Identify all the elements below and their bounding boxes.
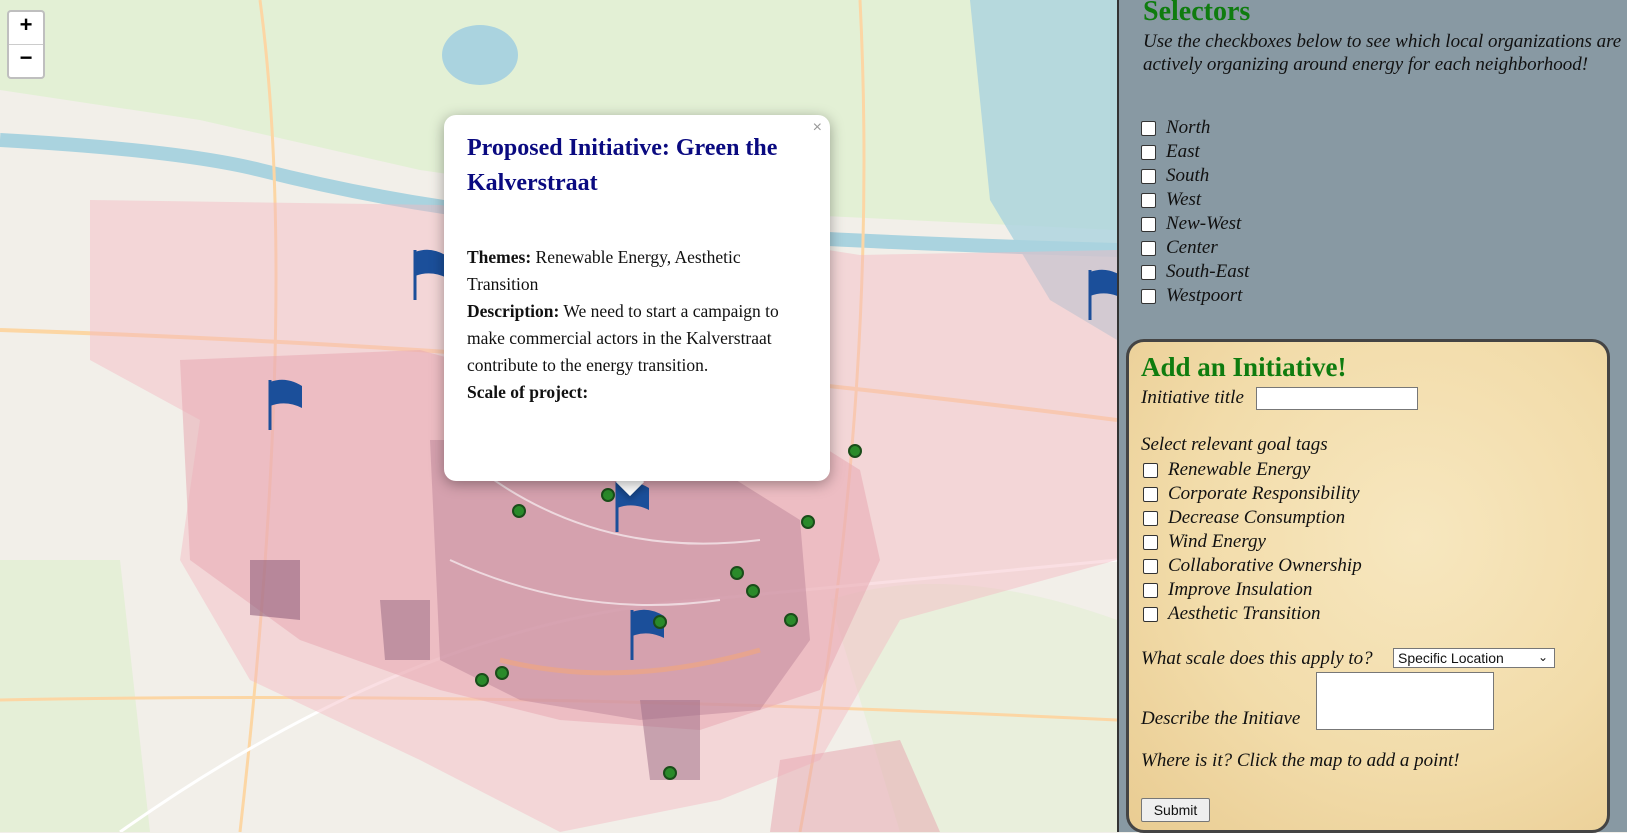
tag-renewable-energy[interactable]: Renewable Energy [1143, 458, 1362, 482]
tags-label: Select relevant goal tags [1141, 434, 1328, 455]
neighborhood-list: North East South West New-West Center So… [1141, 116, 1249, 308]
scale-select[interactable]: Specific Location ⌄ [1393, 648, 1555, 668]
circle-marker-icon [512, 504, 526, 518]
selectors-description: Use the checkboxes below to see which lo… [1143, 31, 1622, 75]
tag-decrease-consumption[interactable]: Decrease Consumption [1143, 506, 1362, 530]
checkbox[interactable] [1141, 192, 1156, 208]
initiative-popup: × Proposed Initiative: Green the Kalvers… [444, 115, 830, 481]
neighborhood-new-west[interactable]: New-West [1141, 212, 1249, 236]
chevron-down-icon: ⌄ [1537, 650, 1548, 664]
neighborhood-north[interactable]: North [1141, 116, 1249, 140]
circle-marker-icon [663, 766, 677, 780]
checkbox[interactable] [1141, 288, 1156, 304]
tag-label: Collaborative Ownership [1168, 555, 1362, 576]
zoom-control: + − [7, 10, 45, 79]
tag-aesthetic-transition[interactable]: Aesthetic Transition [1143, 602, 1362, 626]
checkbox[interactable] [1143, 534, 1158, 550]
goal-tag-list: Renewable Energy Corporate Responsibilit… [1143, 458, 1362, 626]
tag-label: Corporate Responsibility [1168, 483, 1360, 504]
zoom-out-button[interactable]: − [9, 44, 43, 77]
flag-icon[interactable] [413, 249, 447, 300]
circle-marker-icon [848, 444, 862, 458]
tag-collaborative-ownership[interactable]: Collaborative Ownership [1143, 554, 1362, 578]
neighborhood-west[interactable]: West [1141, 188, 1249, 212]
location-hint: Where is it? Click the map to add a poin… [1141, 750, 1460, 771]
checkbox[interactable] [1143, 558, 1158, 574]
checkbox[interactable] [1141, 120, 1156, 136]
checkbox[interactable] [1143, 582, 1158, 598]
initiative-title-input[interactable] [1256, 387, 1418, 410]
circle-marker-icon [653, 615, 667, 629]
describe-textarea[interactable] [1316, 672, 1494, 730]
checkbox[interactable] [1143, 462, 1158, 478]
neighborhood-label: West [1166, 189, 1202, 210]
tag-wind-energy[interactable]: Wind Energy [1143, 530, 1362, 554]
tag-label: Wind Energy [1168, 531, 1266, 552]
description-label: Description: [467, 301, 560, 321]
checkbox[interactable] [1143, 486, 1158, 502]
checkbox[interactable] [1143, 510, 1158, 526]
submit-button[interactable]: Submit [1141, 798, 1210, 822]
circle-marker-icon [495, 666, 509, 680]
scale-label: Scale of project: [467, 382, 589, 402]
tag-label: Renewable Energy [1168, 459, 1311, 480]
checkbox[interactable] [1141, 144, 1156, 160]
circle-marker-icon [784, 613, 798, 627]
neighborhood-south[interactable]: South [1141, 164, 1249, 188]
tag-improve-insulation[interactable]: Improve Insulation [1143, 578, 1362, 602]
tag-corporate-responsibility[interactable]: Corporate Responsibility [1143, 482, 1362, 506]
flag-icon[interactable] [1088, 269, 1117, 320]
tag-label: Decrease Consumption [1168, 507, 1346, 528]
scale-select-value: Specific Location [1398, 650, 1504, 666]
neighborhood-label: South [1166, 165, 1210, 186]
add-initiative-form: Add an Initiative! Initiative title Sele… [1126, 339, 1610, 833]
circle-marker-icon [730, 566, 744, 580]
close-icon[interactable]: × [813, 119, 822, 137]
circle-marker-icon [475, 673, 489, 687]
neighborhood-label: South-East [1166, 261, 1250, 282]
checkbox[interactable] [1141, 216, 1156, 232]
map[interactable]: + − × Proposed Initiative: Green the Kal… [0, 0, 1117, 832]
popup-body: Themes: Renewable Energy, Aesthetic Tran… [467, 244, 807, 406]
checkbox[interactable] [1141, 264, 1156, 280]
neighborhood-south-east[interactable]: South-East [1141, 260, 1249, 284]
circle-marker-icon [746, 584, 760, 598]
neighborhood-label: New-West [1166, 213, 1242, 234]
checkbox[interactable] [1141, 168, 1156, 184]
initiative-title-label: Initiative title [1141, 387, 1244, 408]
circle-marker-icon [601, 488, 615, 502]
describe-label: Describe the Initiave [1141, 708, 1301, 729]
neighborhood-center[interactable]: Center [1141, 236, 1249, 260]
neighborhood-label: Westpoort [1166, 285, 1243, 306]
zoom-in-button[interactable]: + [9, 12, 43, 44]
neighborhood-label: North [1166, 117, 1211, 138]
neighborhood-east[interactable]: East [1141, 140, 1249, 164]
tag-label: Aesthetic Transition [1168, 603, 1321, 624]
neighborhood-label: Center [1166, 237, 1218, 258]
popup-title: Proposed Initiative: Green the Kalverstr… [467, 135, 778, 196]
checkbox[interactable] [1143, 606, 1158, 622]
selectors-title: Selectors [1143, 0, 1251, 27]
themes-label: Themes: [467, 247, 532, 267]
tag-label: Improve Insulation [1168, 579, 1313, 600]
flag-icon[interactable] [268, 379, 302, 430]
form-title: Add an Initiative! [1141, 352, 1347, 382]
checkbox[interactable] [1141, 240, 1156, 256]
circle-marker-icon [801, 515, 815, 529]
neighborhood-label: East [1166, 141, 1200, 162]
neighborhood-westpoort[interactable]: Westpoort [1141, 284, 1249, 308]
scale-question-label: What scale does this apply to? [1141, 648, 1373, 669]
